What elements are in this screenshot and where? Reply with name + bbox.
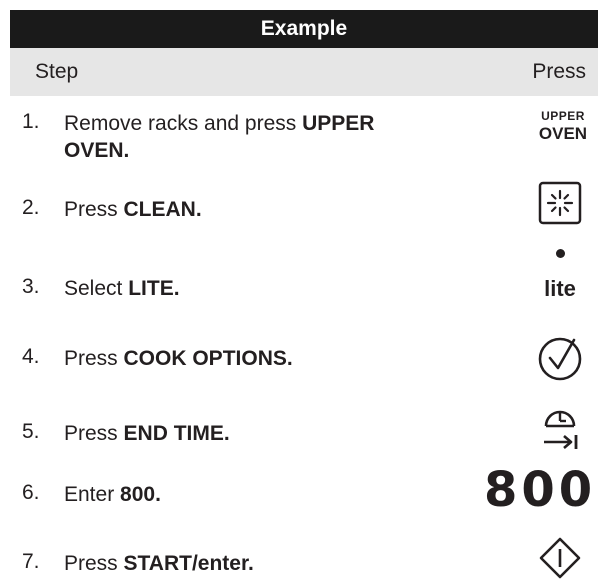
step-text: Enter 800. [64, 483, 161, 506]
start-diamond-icon [538, 536, 582, 580]
step-column-header: Step [35, 60, 79, 83]
end-time-clock-icon [538, 402, 582, 452]
lite-indicator-dot [556, 249, 565, 258]
step-number: 3. [22, 275, 40, 298]
step-text: Press COOK OPTIONS. [64, 347, 293, 370]
step-number: 1. [22, 110, 40, 133]
step-text: Press START/enter. [64, 552, 254, 575]
example-title-bar: Example [10, 10, 598, 48]
step-number: 2. [22, 196, 40, 219]
step-number: 5. [22, 420, 40, 443]
example-title: Example [260, 17, 348, 40]
step-text: Select LITE. [64, 277, 180, 300]
digits-800: 800 [484, 462, 597, 518]
press-column-header: Press [532, 60, 586, 83]
step-number: 7. [22, 550, 40, 573]
step-number: 6. [22, 481, 40, 504]
step-text: Press CLEAN. [64, 198, 202, 221]
upper-oven-button: UPPER OVEN [538, 109, 588, 143]
checkmark-circle-icon [536, 334, 584, 382]
table-header: Step Press [10, 48, 598, 96]
step-number: 4. [22, 345, 40, 368]
clean-icon [538, 181, 582, 225]
step-text: Remove racks and press UPPER OVEN. [64, 112, 375, 162]
step-text: Press END TIME. [64, 422, 230, 445]
lite-button: lite [544, 276, 576, 301]
